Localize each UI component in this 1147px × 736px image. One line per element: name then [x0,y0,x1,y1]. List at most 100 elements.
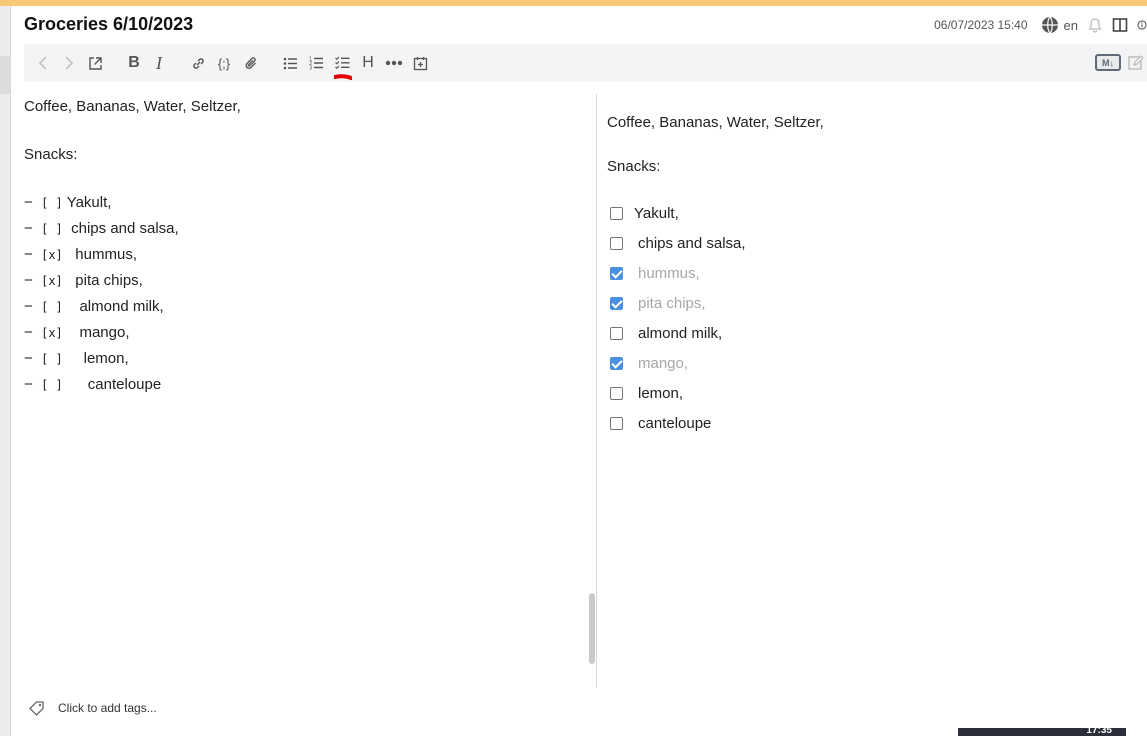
split-view-icon[interactable] [1112,17,1128,33]
globe-icon [1041,16,1059,34]
bullet-list-icon[interactable] [281,44,299,82]
line-text: mango, [62,324,130,341]
task-checkbox-checked[interactable] [610,296,623,310]
task-checkbox[interactable] [610,326,623,340]
editor-toolbar: B I {;} 123 H M↓ [24,44,1147,82]
line-text: canteloupe [62,376,162,393]
editor-task-line: − [x] mango, [24,320,584,346]
more-icon[interactable] [384,44,404,82]
link-icon[interactable] [189,44,207,82]
task-checkbox[interactable] [610,386,623,400]
code-icon[interactable]: {;} [215,44,233,82]
open-external-icon[interactable] [86,44,104,82]
editor-intro: Coffee, Bananas, Water, Seltzer, [24,98,241,115]
preview-task-item: Yakult, [607,198,1127,228]
editor-snacks-heading: Snacks: [24,146,78,163]
line-dash: − [24,324,33,341]
line-text: lemon, [62,350,129,367]
markdown-checkbox: [ ] [41,222,63,236]
left-gutter [0,6,10,736]
editor-task-line: − [x] hummus, [24,242,584,268]
heading-icon[interactable]: H [360,44,376,82]
markdown-editor[interactable]: Coffee, Bananas, Water, Seltzer, Snacks:… [24,94,584,398]
line-dash: − [24,350,33,367]
italic-icon[interactable]: I [152,44,166,82]
insert-date-icon[interactable] [411,44,429,82]
task-checkbox-checked[interactable] [610,266,623,280]
task-checkbox[interactable] [610,206,623,220]
forward-icon[interactable] [61,44,77,82]
numbered-list-icon[interactable]: 123 [307,44,325,82]
attachment-icon[interactable] [242,44,260,82]
editor-task-line: − [ ] chips and salsa, [24,216,584,242]
line-text: almond milk, [62,298,164,315]
task-checkbox[interactable] [610,416,623,430]
pane-divider[interactable] [596,94,597,688]
editor-task-line: − [ ] canteloupe [24,372,584,398]
line-text: chips and salsa, [62,220,179,237]
preview-task-item: lemon, [607,378,1127,408]
markdown-preview: Coffee, Bananas, Water, Seltzer, Snacks:… [607,110,1127,438]
bold-icon[interactable]: B [126,44,142,82]
line-dash: − [24,272,33,289]
pane-border [10,6,11,736]
preview-task-item: mango, [607,348,1127,378]
markdown-checkbox: [x] [41,248,63,262]
markdown-checkbox: [ ] [41,300,63,314]
preview-task-item: almond milk, [607,318,1127,348]
language-selector[interactable]: en [1041,16,1078,34]
task-label: lemon, [638,384,684,402]
markdown-mode-button[interactable]: M↓ [1095,54,1121,71]
preview-snacks-heading: Snacks: [607,158,661,175]
markdown-checkbox: [ ] [41,378,63,392]
task-label: canteloupe [638,414,712,432]
line-dash: − [24,298,33,315]
note-title[interactable]: Groceries 6/10/2023 [24,14,193,35]
corner-clock: 17:35 [1086,725,1112,736]
task-checkbox[interactable] [610,236,623,250]
preview-task-list: Yakult, chips and salsa, hummus, pita chips… [607,198,1127,438]
editor-task-line: − [ ] almond milk, [24,294,584,320]
line-text: pita chips, [62,272,143,289]
editor-task-line: − [ ] Yakult, [24,190,584,216]
preview-task-item: chips and salsa, [607,228,1127,258]
editor-task-line: − [x] pita chips, [24,268,584,294]
preview-intro: Coffee, Bananas, Water, Seltzer, [607,114,824,131]
tag-icon [28,699,46,717]
markdown-checkbox: [ ] [41,196,63,210]
line-text: Yakult, [62,194,112,211]
back-icon[interactable] [35,44,51,82]
preview-task-item: pita chips, [607,288,1127,318]
line-dash: − [24,376,33,393]
editor-task-line: − [ ] lemon, [24,346,584,372]
line-dash: − [24,246,33,263]
language-label: en [1063,17,1078,33]
tags-placeholder[interactable]: Click to add tags... [58,701,157,715]
task-label: almond milk, [638,324,723,342]
bell-icon[interactable] [1087,17,1103,33]
task-label: pita chips, [638,294,706,312]
markdown-checkbox: [x] [41,274,63,288]
tags-bar[interactable]: Click to add tags... [28,697,157,719]
line-dash: − [24,220,33,237]
line-dash: − [24,194,33,211]
modified-date: 06/07/2023 15:40 [934,18,1028,32]
task-label: Yakult, [634,204,679,222]
task-checkbox-checked[interactable] [610,356,623,370]
editor-scrollbar[interactable] [589,593,595,664]
top-stripe [0,0,1147,6]
svg-text:3: 3 [309,66,312,71]
highlight-mark [334,74,352,80]
preview-task-item: canteloupe [607,408,1127,438]
task-label: hummus, [638,264,700,282]
markdown-checkbox: [ ] [41,352,63,366]
edit-mode-icon[interactable] [1125,53,1147,73]
preview-task-item: hummus, [607,258,1127,288]
line-text: hummus, [62,246,137,263]
info-icon[interactable] [1137,17,1147,33]
taskbar-corner: 17:35 [958,725,1126,736]
note-meta: 06/07/2023 15:40 en [934,10,1147,40]
task-label: mango, [638,354,689,372]
markdown-checkbox: [x] [41,326,63,340]
task-label: chips and salsa, [638,234,746,252]
